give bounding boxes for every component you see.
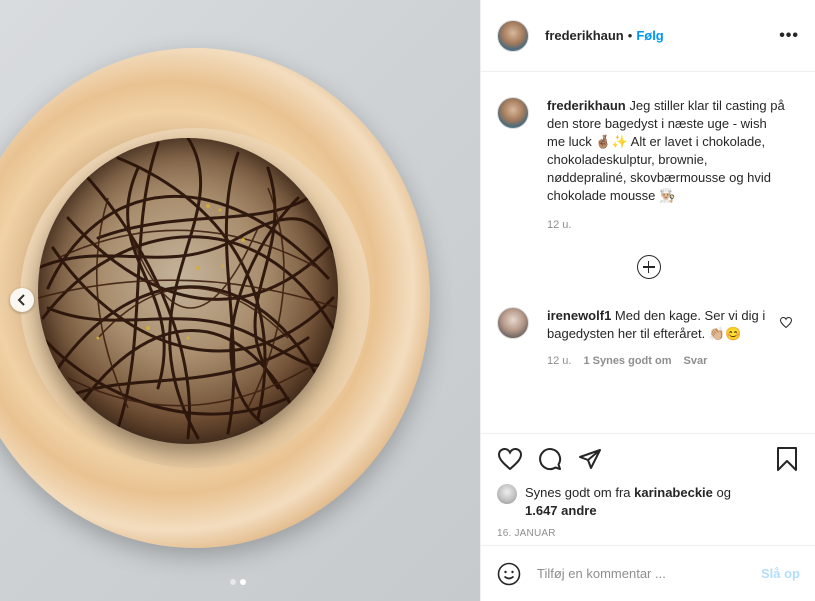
likes-count[interactable]: 1.647 andre — [525, 503, 597, 518]
post-actions: Synes godt om fra karinabeckie og 1.647 … — [481, 433, 815, 539]
comment-text: irenewolf1 Med den kage. Ser vi dig i ba… — [547, 307, 767, 343]
comment-button[interactable] — [537, 446, 563, 472]
share-button[interactable] — [577, 446, 603, 472]
comment-meta: 12 u. 1 Synes godt om Svar — [547, 355, 800, 367]
likes-text: Synes godt om fra karinabeckie og 1.647 … — [525, 484, 731, 520]
post-comment-button[interactable]: Slå op — [761, 566, 800, 581]
author-avatar[interactable] — [497, 19, 529, 52]
plus-circle-icon[interactable] — [636, 255, 661, 279]
caption-username[interactable]: frederikhaun — [547, 98, 626, 113]
chevron-left-icon — [17, 294, 25, 306]
likes-prefix: Synes godt om fra — [525, 485, 635, 500]
comment-username[interactable]: irenewolf1 — [547, 308, 611, 323]
caption-avatar[interactable] — [497, 97, 529, 129]
caption-body: Jeg stiller klar til casting på den stor… — [547, 98, 785, 203]
paper-plane-icon — [579, 449, 601, 469]
liker-avatar[interactable] — [497, 484, 517, 504]
chocolate-dome — [38, 138, 338, 444]
post-header: frederikhaun • Følg ••• — [481, 0, 815, 72]
likes-summary: Synes godt om fra karinabeckie og 1.647 … — [497, 484, 800, 520]
caption-timestamp[interactable]: 12 u. — [547, 219, 800, 231]
liker-username[interactable]: karinabeckie — [634, 485, 713, 500]
caption: frederikhaun Jeg stiller klar til castin… — [497, 89, 800, 205]
like-button[interactable] — [497, 446, 523, 472]
like-comment-button[interactable] — [779, 316, 793, 331]
comment-input[interactable] — [537, 566, 761, 581]
comment: irenewolf1 Med den kage. Ser vi dig i ba… — [497, 307, 800, 343]
load-more-comments[interactable] — [497, 255, 800, 279]
caption-text: frederikhaun Jeg stiller klar til castin… — [547, 97, 787, 205]
post-date[interactable]: 16. JANUAR — [497, 528, 800, 539]
post-panel: frederikhaun • Følg ••• frederikhaun Jeg… — [480, 0, 815, 601]
add-comment-bar: Slå op — [481, 545, 815, 601]
author-username[interactable]: frederikhaun — [545, 28, 624, 43]
comments-section: frederikhaun Jeg stiller klar til castin… — [481, 73, 815, 433]
more-options-button[interactable]: ••• — [779, 27, 799, 45]
comment-icon — [539, 448, 562, 471]
carousel-dot — [230, 579, 236, 585]
heart-icon — [498, 448, 522, 470]
heart-icon — [779, 316, 793, 329]
save-button[interactable] — [774, 446, 800, 472]
carousel-dot-active — [240, 579, 246, 585]
reply-button[interactable]: Svar — [684, 355, 708, 367]
comment-timestamp[interactable]: 12 u. — [547, 355, 571, 367]
smiley-icon[interactable] — [497, 562, 521, 586]
follow-button[interactable]: Følg — [636, 28, 663, 43]
action-icons — [497, 444, 800, 474]
post-image[interactable] — [0, 0, 480, 601]
carousel-indicator — [230, 579, 246, 585]
separator-dot: • — [627, 28, 633, 43]
commenter-avatar[interactable] — [497, 307, 529, 339]
prev-image-button[interactable] — [10, 288, 34, 312]
bookmark-icon — [777, 447, 797, 471]
comment-likes[interactable]: 1 Synes godt om — [583, 355, 671, 367]
likes-mid: og — [712, 485, 731, 500]
